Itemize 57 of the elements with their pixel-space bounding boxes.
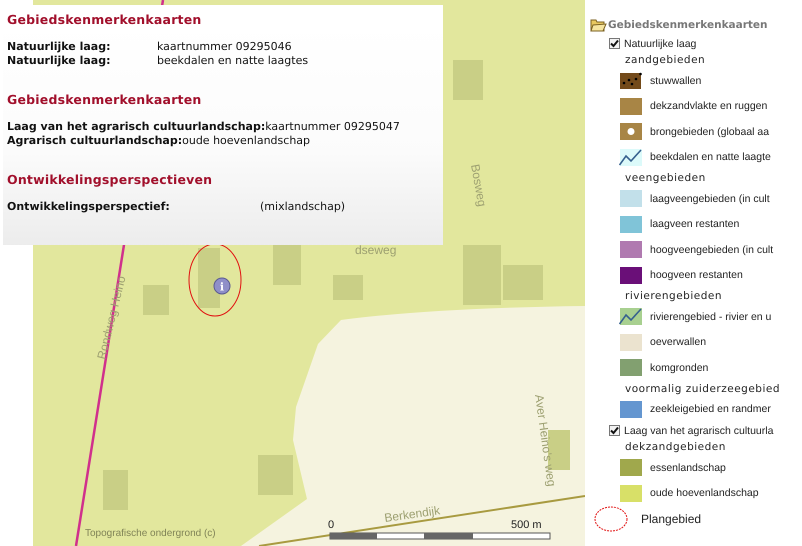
- legend-item-label: stuwwallen: [650, 74, 702, 87]
- group-heading: voormalig zuiderzeegebied: [625, 382, 781, 396]
- field-value: oude hoevenlandschap: [182, 134, 310, 147]
- road-label: Aver Heino's weg: [532, 393, 559, 488]
- legend-item-label: Plangebied: [641, 512, 702, 526]
- group-heading: veengebieden: [625, 171, 707, 186]
- group-heading: rivierengebieden: [625, 289, 723, 304]
- field-value: beekdalen en natte laagtes: [157, 54, 308, 67]
- legend-item-label: oeverwallen: [650, 336, 706, 348]
- legend-item-label: zeekleigebied en randmer: [650, 403, 771, 416]
- road-label: Bosweg: [468, 163, 490, 208]
- layer-checkbox[interactable]: [609, 38, 620, 49]
- section-title: Gebiedskenmerkenkaarten: [7, 12, 203, 27]
- ellipse-icon: [594, 506, 628, 532]
- building-block: [258, 455, 293, 495]
- field-label: Natuurlijke laag:: [7, 40, 112, 54]
- field-label: Laag van het agrarisch cultuurlandschap:: [7, 120, 266, 134]
- legend-item-label: rivierengebied - rivier en u: [650, 310, 772, 323]
- legend-item-label: hoogveen restanten: [650, 269, 743, 282]
- building-block: [453, 60, 483, 100]
- legend-item-label: brongebieden (globaal aa: [650, 126, 770, 138]
- map-attribution: Topografische ondergrond (c): [85, 528, 216, 539]
- building-block: [103, 470, 128, 510]
- scale-label: 500 m: [511, 519, 542, 531]
- building-block: [273, 245, 301, 285]
- legend-item-label: essenlandschap: [650, 462, 726, 474]
- info-icon[interactable]: i: [214, 278, 230, 294]
- legend-title: Gebiedskenmerkenkaarten: [608, 19, 768, 31]
- field-label: Agrarisch cultuurlandschap:: [7, 134, 182, 147]
- road-label: Berkendijk: [383, 503, 441, 525]
- road-label: dseweg: [355, 243, 396, 257]
- legend-item-label: dekzandvlakte en ruggen: [650, 100, 768, 112]
- field-value: kaartnummer 09295046: [157, 40, 292, 54]
- layer-checkbox[interactable]: [609, 425, 620, 436]
- legend-item-label: hoogveengebieden (in cult: [650, 244, 774, 256]
- legend-item-label: laagveengebieden (in cult: [650, 192, 770, 205]
- field-label: Ontwikkelingsperspectief:: [7, 200, 171, 214]
- group-heading: dekzandgebieden: [625, 440, 727, 455]
- section-title: Gebiedskenmerkenkaarten: [7, 92, 203, 107]
- building-block: [333, 275, 363, 300]
- layer-label: Laag van het agrarisch cultuurla: [624, 424, 774, 436]
- building-block: [503, 265, 543, 300]
- group-heading: zandgebieden: [625, 53, 706, 68]
- building-block: [143, 285, 169, 315]
- building-block: [463, 245, 501, 305]
- section-title: Ontwikkelingsperspectieven: [7, 172, 214, 187]
- field-value: (mixlandschap): [260, 200, 346, 214]
- legend-item-label: beekdalen en natte laagte: [650, 151, 771, 164]
- folder-icon: [590, 17, 607, 33]
- legend-item-label: komgronden: [650, 362, 708, 374]
- field-label: Natuurlijke laag:: [7, 54, 112, 67]
- legend-item-label: oude hoevenlandschap: [650, 487, 759, 500]
- legend-item-label: laagveen restanten: [650, 218, 740, 230]
- field-value: kaartnummer 09295047: [265, 120, 400, 134]
- building-block: [198, 248, 220, 308]
- scale-label: 0: [328, 519, 334, 531]
- layer-label: Natuurlijke laag: [624, 38, 696, 50]
